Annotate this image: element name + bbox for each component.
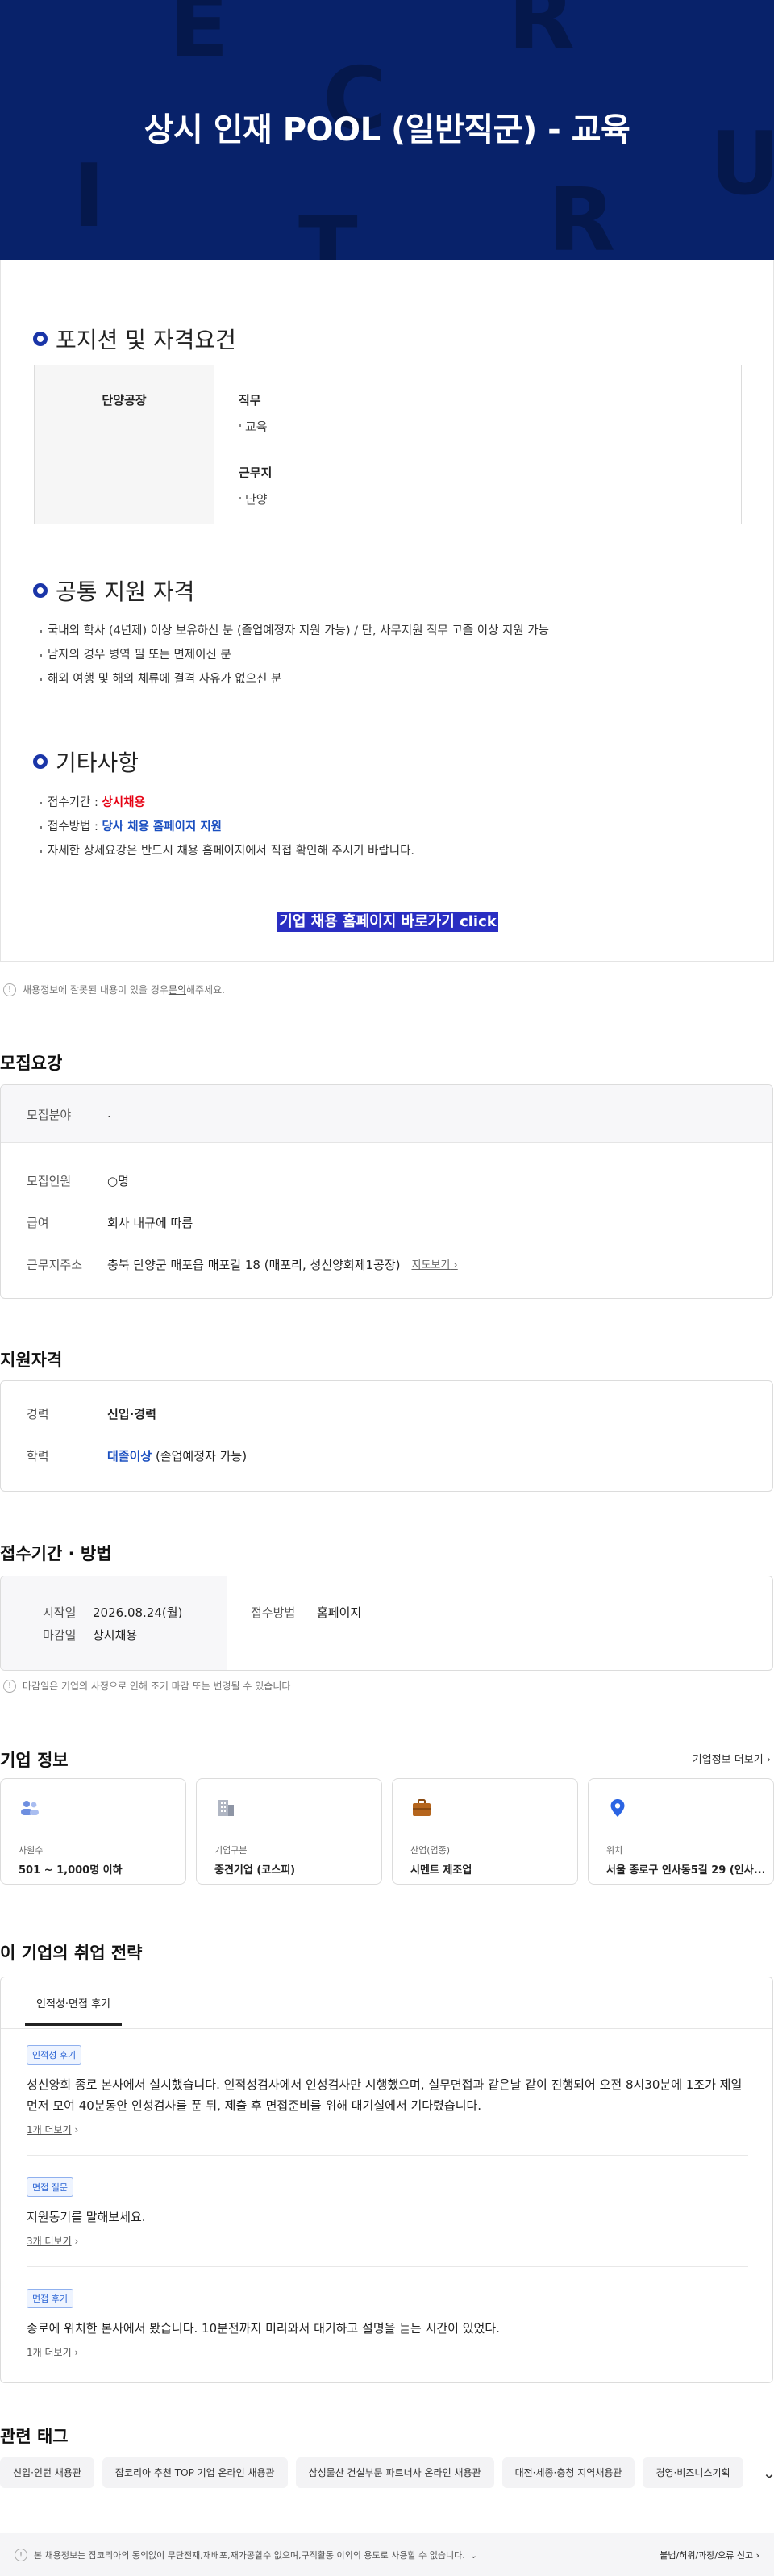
list-item: 자세한 상세요강은 반드시 채용 홈페이지에서 직접 확인해 주시기 바랍니다. <box>40 839 414 863</box>
decor-letter: R <box>508 0 576 69</box>
bullet-circle-icon <box>33 754 48 769</box>
recruit-address-row: 근무지주소 충북 단양군 매포읍 매포길 18 (매포리, 성신양회제1공장) 지도… <box>27 1256 458 1273</box>
chevron-down-icon[interactable]: ⌄ <box>763 2463 774 2482</box>
copyright-notice: 본 채용정보는 잡코리아의 동의없이 무단전재,재배포,재가공할수 없으며,구직… <box>34 2550 465 2561</box>
list-item: 해외 여행 및 해외 체류에 결격 사유가 없으신 분 <box>40 667 549 691</box>
review-item: 인적성 후기 성신양회 종로 본사에서 실시했습니다. 인적성검사에서 인성검사… <box>27 2045 744 2136</box>
strategy-title: 이 기업의 취업 전략 <box>0 1943 143 1963</box>
education-row: 학력 대졸이상 (졸업예정자 가능) <box>27 1449 248 1463</box>
review-text: 종로에 위치한 본사에서 봤습니다. 10분전까지 미리와서 대기하고 설명을 … <box>27 2321 500 2336</box>
apply-method-row: 접수방법 홈페이지 <box>251 1604 362 1621</box>
job-label: 직무 <box>239 393 261 407</box>
job-value: 교육 <box>239 418 741 435</box>
review-text: 성신양회 종로 본사에서 실시했습니다. 인적성검사에서 인성검사만 시행했으며… <box>27 2077 743 2113</box>
etc-list: 접수기간 : 상시채용 접수방법 : 당사 채용 홈페이지 지원 자세한 상세요… <box>40 791 414 863</box>
review-item: 면접 후기 종로에 위치한 본사에서 봤습니다. 10분전까지 미리와서 대기하… <box>27 2289 744 2359</box>
review-chip: 인적성 후기 <box>27 2045 82 2065</box>
review-text: 지원동기를 말해보세요. <box>27 2210 146 2224</box>
decor-letter: E <box>169 0 229 77</box>
bullet-circle-icon <box>33 583 48 598</box>
workplace-value: 단양 <box>239 491 741 507</box>
homepage-link[interactable]: 홈페이지 <box>317 1604 361 1621</box>
tag-list: 신입·인턴 채용관 잡코리아 추천 TOP 기업 온라인 채용관 삼성물산 건설… <box>0 2457 774 2488</box>
recruit-box: 모집분야. 모집인원 ○명 급여 회사 내규에 따름 근무지주소 충북 단양군 매포읍… <box>0 1084 773 1299</box>
company-cards: 사원수 501 ~ 1,000명 이하 기업구분 중견기업 (코스피) 산업(업… <box>0 1778 774 1885</box>
recruit-field-row: 모집분야. <box>27 1106 111 1122</box>
review-item: 면접 질문 지원동기를 말해보세요. 3개 더보기 › <box>27 2177 744 2248</box>
position-table: 단양공장 직무 교육 근무지 단양 <box>34 365 742 524</box>
qualification-box: 경력 신입·경력 학력 대졸이상 (졸업예정자 가능) <box>0 1380 773 1492</box>
list-item: 접수기간 : 상시채용 <box>40 791 414 815</box>
deadline-notice: ! 마감일은 기업의 사정으로 인해 조기 마감 또는 변경될 수 있습니다 <box>3 1679 290 1693</box>
tags-title: 관련 태그 <box>0 2427 69 2446</box>
decor-letter: R <box>548 170 616 261</box>
building-icon <box>218 1800 234 1816</box>
company-card: 사원수 501 ~ 1,000명 이하 <box>0 1778 186 1885</box>
footer-bar: ! 본 채용정보는 잡코리아의 동의없이 무단전재,재배포,재가공할수 없으며,… <box>0 2533 774 2576</box>
chevron-down-icon[interactable]: ⌄ <box>470 2550 477 2561</box>
strategy-box: 인적성·면접 후기 인적성 후기 성신양회 종로 본사에서 실시했습니다. 인적… <box>0 1977 773 2383</box>
page-title: 상시 인재 POOL (일반직군) - 교육 <box>144 111 630 148</box>
info-icon: ! <box>3 1679 16 1693</box>
section-title: 포지션 및 자격요건 <box>33 323 236 355</box>
briefcase-icon <box>413 1799 431 1816</box>
more-link[interactable]: 1개 더보기 › <box>27 2345 744 2359</box>
more-link[interactable]: 3개 더보기 › <box>27 2234 744 2248</box>
apply-title: 접수기간 · 방법 <box>0 1544 112 1564</box>
company-card: 기업구분 중견기업 (코스피) <box>196 1778 382 1885</box>
list-item: 접수방법 : 당사 채용 홈페이지 지원 <box>40 815 414 839</box>
common-qualifications: 국내외 학사 (4년제) 이상 보유하신 분 (졸업예정자 지원 가능) / 단… <box>40 619 549 691</box>
hero-banner: E R C U I R T 상시 인재 POOL (일반직군) - 교육 <box>0 0 774 260</box>
info-icon: ! <box>3 983 16 996</box>
report-notice: ! 채용정보에 잘못된 내용이 있을 경우 문의 해주세요. <box>3 983 225 996</box>
career-row: 경력 신입·경력 <box>27 1407 156 1422</box>
people-icon <box>21 1801 39 1815</box>
review-chip: 면접 질문 <box>27 2177 73 2197</box>
list-item: 국내외 학사 (4년제) 이상 보유하신 분 (졸업예정자 지원 가능) / 단… <box>40 619 549 643</box>
inquiry-link[interactable]: 문의 <box>169 983 186 996</box>
company-more-link[interactable]: 기업정보 더보기 › <box>693 1751 771 1766</box>
location-name: 단양공장 <box>35 365 214 524</box>
tag-item[interactable]: 신입·인턴 채용관 <box>0 2457 94 2488</box>
tag-item[interactable]: 경영·비즈니스기획 <box>643 2457 743 2488</box>
tag-item[interactable]: 삼성물산 건설부문 파트너사 온라인 채용관 <box>295 2457 494 2488</box>
map-link[interactable]: 지도보기 › <box>412 1256 458 1273</box>
section-title: 기타사항 <box>33 745 139 778</box>
section-title: 공통 지원 자격 <box>33 574 194 607</box>
list-item: 남자의 경우 병역 필 또는 면제이신 분 <box>40 643 549 667</box>
workplace-label: 근무지 <box>239 466 273 480</box>
review-chip: 면접 후기 <box>27 2289 73 2308</box>
recruit-count-row: 모집인원 ○명 <box>27 1174 129 1188</box>
qualification-title: 지원자격 <box>0 1351 63 1370</box>
info-icon: ! <box>15 2549 27 2561</box>
company-homepage-button[interactable]: 기업 채용 홈페이지 바로가기 click <box>277 912 498 932</box>
end-date-row: 마감일 상시채용 <box>43 1628 138 1643</box>
report-link[interactable]: 불법/허위/과장/오류 신고 › <box>660 2549 759 2561</box>
recruit-title: 모집요강 <box>0 1054 63 1073</box>
tag-item[interactable]: 잡코리아 추천 TOP 기업 온라인 채용관 <box>102 2457 288 2488</box>
apply-box: 시작일 2026.08.24(월) 마감일 상시채용 접수방법 홈페이지 <box>0 1576 773 1671</box>
job-detail-card: 포지션 및 자격요건 단양공장 직무 교육 근무지 단양 공통 지원 자격 국내… <box>0 260 774 962</box>
recruit-salary-row: 급여 회사 내규에 따름 <box>27 1216 194 1230</box>
tab-interview-reviews[interactable]: 인적성·면접 후기 <box>25 1995 122 2026</box>
company-card: 위치 서울 종로구 인사동5길 29 (인사... <box>588 1778 774 1885</box>
company-title: 기업 정보 <box>0 1751 69 1770</box>
company-card: 산업(업종) 시멘트 제조업 <box>392 1778 578 1885</box>
bullet-circle-icon <box>33 332 48 346</box>
start-date-row: 시작일 2026.08.24(월) <box>43 1605 183 1620</box>
decor-letter: T <box>298 198 358 261</box>
decor-letter: I <box>73 146 106 247</box>
location-pin-icon <box>610 1799 625 1817</box>
more-link[interactable]: 1개 더보기 › <box>27 2123 744 2136</box>
tag-item[interactable]: 대전·세종·충청 지역채용관 <box>501 2457 635 2488</box>
